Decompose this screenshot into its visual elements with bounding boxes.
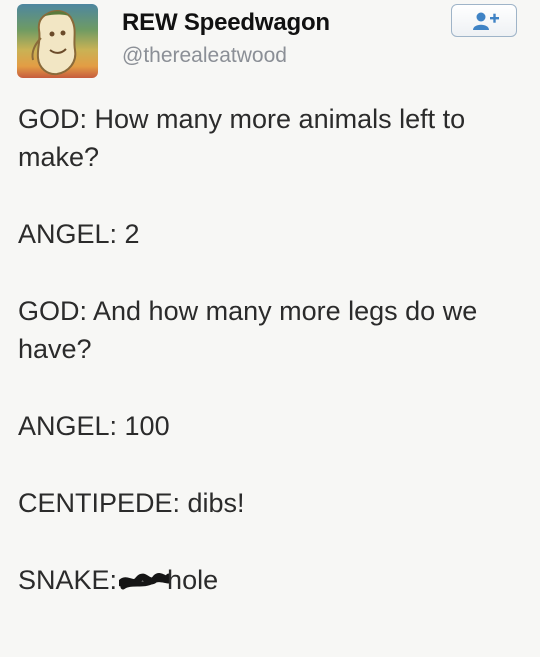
scribble-censor-mark [119, 573, 172, 590]
avatar-image [31, 10, 77, 76]
snake-suffix: hole [167, 565, 219, 595]
tweet-line-snake: SNAKE: hole [18, 561, 528, 599]
user-handle[interactable]: @therealeatwood [122, 44, 287, 68]
tweet-card: REW Speedwagon @therealeatwood GOD: How … [0, 0, 540, 657]
tweet-text: GOD: How many more animals left to make?… [18, 100, 528, 638]
tweet-line-centipede: CENTIPEDE: dibs! [18, 488, 245, 518]
avatar[interactable] [17, 4, 98, 78]
snake-prefix: SNAKE: [18, 565, 118, 595]
tweet-line-angel-2: ANGEL: 100 [18, 411, 170, 441]
display-name[interactable]: REW Speedwagon [122, 9, 330, 37]
tweet-line-angel-1: ANGEL: 2 [18, 219, 140, 249]
tweet-line-god-2: GOD: And how many more legs do we have? [18, 296, 478, 364]
tweet-line-god-1: GOD: How many more animals left to make? [18, 104, 466, 172]
add-user-icon [473, 12, 499, 30]
follow-button[interactable] [451, 4, 517, 37]
